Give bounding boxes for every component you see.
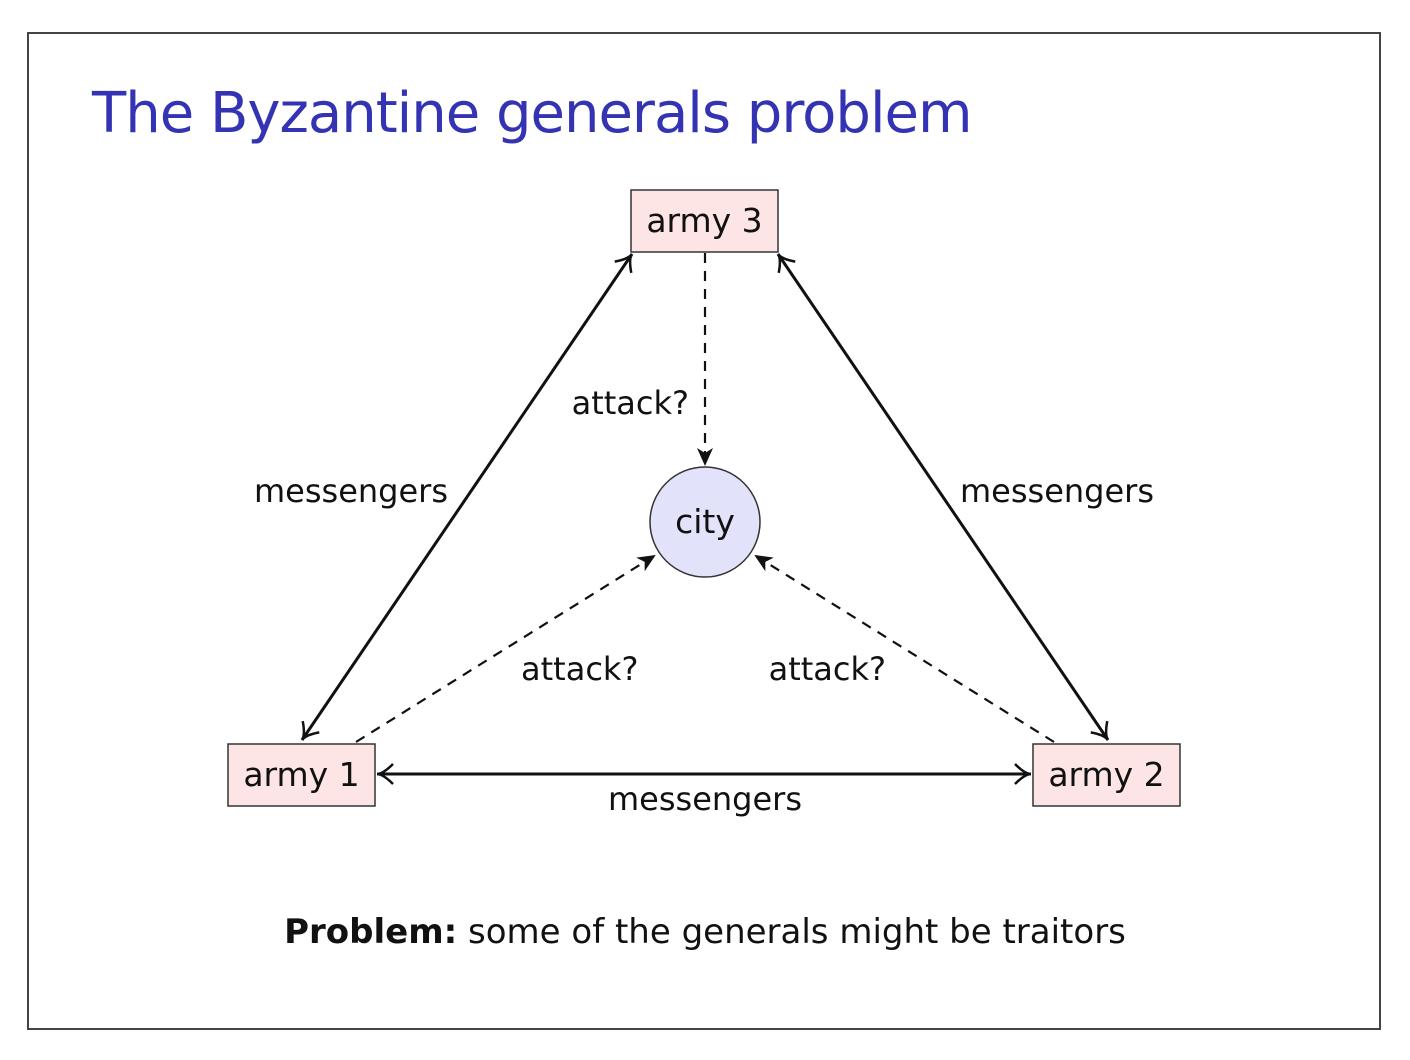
node-army2-label: army 2: [1048, 755, 1164, 794]
caption-bold: Problem:: [284, 912, 458, 952]
label-attack-left: attack?: [521, 650, 638, 688]
node-army3-label: army 3: [646, 201, 762, 240]
node-army2: army 2: [1032, 743, 1181, 807]
caption-text: some of the generals might be traitors: [457, 912, 1126, 952]
problem-caption: Problem: some of the generals might be t…: [0, 905, 1410, 959]
label-messengers-bottom: messengers: [608, 780, 802, 818]
node-city: city: [649, 466, 761, 578]
edge-army1-city: [355, 554, 656, 743]
node-army1-label: army 1: [243, 755, 359, 794]
byzantine-diagram: army 3 army 1 army 2 city messengers mes…: [227, 189, 1181, 818]
node-city-label: city: [675, 502, 735, 541]
node-army3: army 3: [630, 189, 779, 253]
label-attack-right: attack?: [769, 650, 886, 688]
label-messengers-right: messengers: [960, 472, 1154, 510]
node-army1: army 1: [227, 743, 376, 807]
edge-army2-city: [754, 554, 1055, 743]
label-messengers-left: messengers: [254, 472, 448, 510]
label-attack-top: attack?: [572, 384, 689, 422]
